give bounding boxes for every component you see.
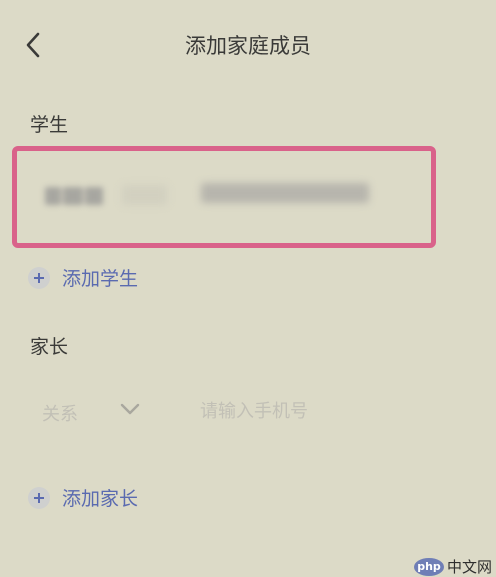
chevron-down-icon	[120, 403, 140, 415]
relation-label: 关系	[42, 404, 78, 425]
student-card[interactable]	[12, 146, 436, 248]
phone-input[interactable]	[186, 386, 436, 436]
student-section-title: 学生	[30, 114, 69, 136]
header: 添加家庭成员	[0, 0, 496, 90]
watermark-text: 中文网	[447, 558, 493, 576]
watermark-logo: php	[414, 557, 444, 576]
add-parent-label: 添加家长	[62, 488, 139, 510]
redaction-blur	[122, 185, 167, 205]
student-id-redacted	[201, 183, 369, 203]
page-title: 添加家庭成员	[185, 34, 311, 58]
watermark: php 中文网	[414, 556, 492, 577]
parent-section-title: 家长	[30, 336, 69, 358]
student-name-redacted	[45, 185, 105, 207]
plus-icon	[28, 486, 50, 509]
add-student-label: 添加学生	[62, 268, 139, 290]
plus-icon	[28, 266, 50, 289]
relation-select[interactable]: 关系	[28, 386, 154, 436]
add-parent-button[interactable]: 添加家长	[28, 484, 138, 511]
add-student-button[interactable]: 添加学生	[28, 264, 138, 291]
